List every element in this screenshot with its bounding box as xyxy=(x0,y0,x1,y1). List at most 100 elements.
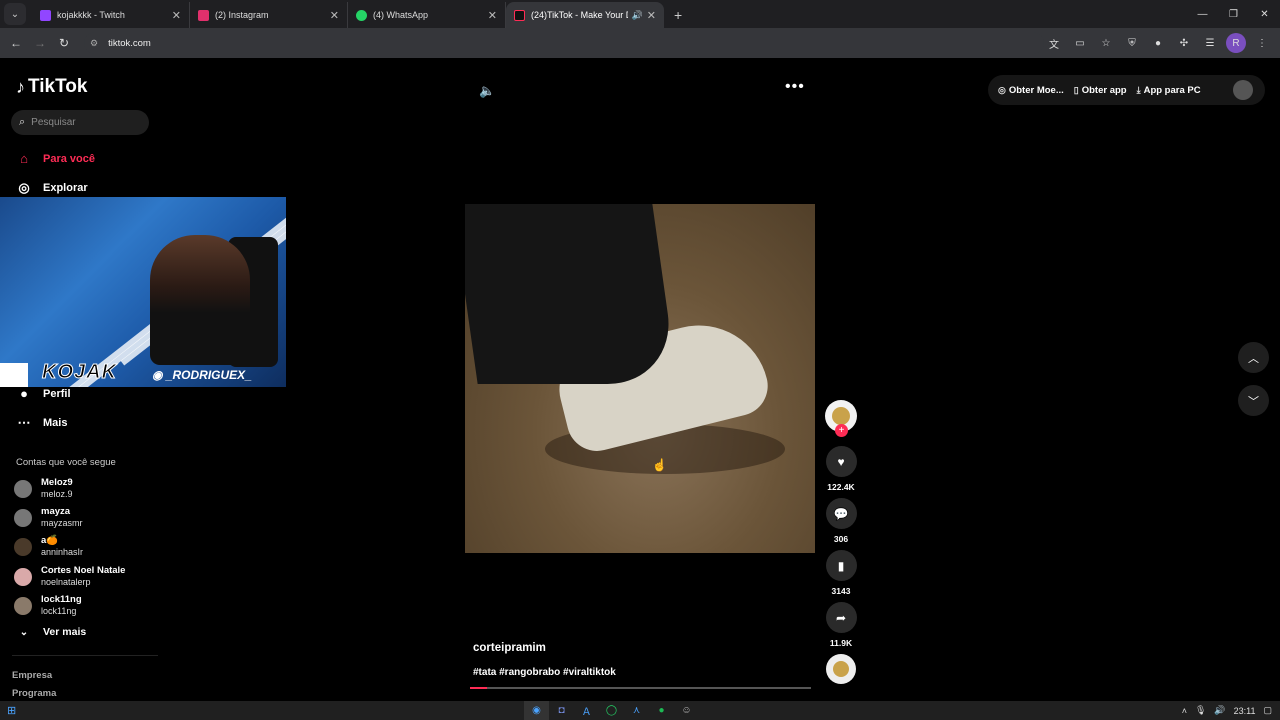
bookmark-star-icon[interactable]: ☆ xyxy=(1096,33,1116,53)
speaker-icon[interactable]: 🔊 xyxy=(1214,705,1225,716)
video-hashtags[interactable]: #tata #rangobrabo #viraltiktok xyxy=(473,667,616,678)
site-info-icon[interactable]: ⚙ xyxy=(90,38,98,49)
user-avatar[interactable] xyxy=(1233,80,1253,100)
account-name: lock11ng xyxy=(41,594,82,605)
like-action[interactable]: ♥ 122.4K xyxy=(824,446,858,492)
whatsapp-taskbar-icon[interactable]: ◯ xyxy=(599,701,624,720)
app-misc-icon[interactable]: ☺ xyxy=(674,701,699,720)
phone-icon: ▯ xyxy=(1073,84,1079,95)
previous-video-button[interactable]: ︿ xyxy=(1238,342,1269,373)
pc-app-label: App para PC xyxy=(1143,84,1201,96)
app-a-icon[interactable]: Ａ xyxy=(574,701,599,720)
comment-icon[interactable]: 💬 xyxy=(825,498,857,529)
like-count: 122.4K xyxy=(827,482,855,492)
followed-account[interactable]: a🍊 anninhasIr xyxy=(14,535,83,558)
new-tab-button[interactable]: + xyxy=(674,7,682,23)
media-icon[interactable]: ☰ xyxy=(1200,33,1220,53)
volume-icon[interactable]: 🔈 xyxy=(479,83,495,99)
followed-account[interactable]: mayza mayzasmr xyxy=(14,506,83,529)
restore-icon[interactable]: ❐ xyxy=(1218,0,1249,28)
account-handle: mayzasmr xyxy=(41,518,83,528)
spotify-icon[interactable]: ● xyxy=(649,701,674,720)
kebab-menu-icon[interactable]: ⋮ xyxy=(1252,33,1272,53)
tiktok-page: ♪ TikTok ⌕ Pesquisar ⌂ Para você ◎ Explo… xyxy=(0,58,1280,701)
nav-mais[interactable]: ⋯ Mais xyxy=(16,415,68,431)
minimize-icon[interactable]: — xyxy=(1187,0,1218,28)
creator-avatar[interactable]: + xyxy=(825,400,857,437)
cast-icon[interactable]: ▭ xyxy=(1070,33,1090,53)
translate-icon[interactable]: 文 xyxy=(1044,33,1064,53)
more-options-icon[interactable]: ••• xyxy=(785,78,805,96)
more-icon: ⋯ xyxy=(17,415,31,430)
music-disc[interactable] xyxy=(826,654,856,684)
forward-icon[interactable]: → xyxy=(28,36,52,50)
get-app-button[interactable]: ▯ Obter app xyxy=(1074,85,1127,96)
instagram-icon xyxy=(198,9,209,21)
close-window-icon[interactable]: ✕ xyxy=(1249,0,1280,28)
next-video-button[interactable]: ﹀ xyxy=(1238,385,1269,416)
puzzle-icon[interactable]: ✣ xyxy=(1174,33,1194,53)
tab-search-button[interactable]: ⌄ xyxy=(4,3,26,25)
address-bar[interactable]: ⚙ tiktok.com xyxy=(84,32,1044,54)
video-progress-bar[interactable] xyxy=(470,687,811,689)
footer-link-programa[interactable]: Programa xyxy=(12,688,56,699)
account-handle: noelnatalerp xyxy=(41,577,91,587)
video-player[interactable] xyxy=(465,204,815,553)
browser-tab-tiktok[interactable]: (24)TikTok - Make Your Day 🔊 ✕ xyxy=(506,2,664,28)
follow-plus-icon[interactable]: + xyxy=(835,424,848,437)
tray-chevron-icon[interactable]: ˄ xyxy=(1182,706,1187,716)
comment-count: 306 xyxy=(833,534,849,544)
see-more-button[interactable]: ⌄ Ver mais xyxy=(16,626,86,638)
shield-icon[interactable]: ⛨ xyxy=(1122,33,1142,53)
windows-start-icon[interactable]: ⊞ xyxy=(7,704,16,717)
browser-tab-whatsapp[interactable]: (4) WhatsApp ✕ xyxy=(348,2,506,28)
close-tab-icon[interactable]: ✕ xyxy=(647,9,656,22)
search-input[interactable]: ⌕ Pesquisar xyxy=(11,110,149,135)
instagram-handle: ◉ _RODRIGUEX_ xyxy=(152,368,252,382)
account-handle: anninhasIr xyxy=(41,547,84,557)
footer-link-empresa[interactable]: Empresa xyxy=(12,670,52,681)
video-username[interactable]: corteipramim xyxy=(473,642,546,654)
vscode-icon[interactable]: ⋏ xyxy=(624,701,649,720)
followed-account[interactable]: Meloz9 meloz.9 xyxy=(14,477,73,500)
close-tab-icon[interactable]: ✕ xyxy=(488,9,497,22)
video-progress-fill xyxy=(470,687,488,689)
save-action[interactable]: ▮ 3143 xyxy=(824,550,858,596)
get-coins-button[interactable]: ◎ Obter Moe... xyxy=(998,85,1064,96)
whatsapp-icon xyxy=(356,9,367,21)
account-name: a🍊 xyxy=(41,535,59,546)
close-tab-icon[interactable]: ✕ xyxy=(330,9,339,22)
followed-account[interactable]: lock11ng lock11ng xyxy=(14,594,82,617)
reload-icon[interactable]: ↻ xyxy=(52,36,76,50)
share-action[interactable]: ➦ 11.9K xyxy=(824,602,858,648)
nav-para-voce[interactable]: ⌂ Para você xyxy=(16,151,95,166)
followed-account[interactable]: Cortes Noel Natale noelnatalerp xyxy=(14,565,125,588)
close-tab-icon[interactable]: ✕ xyxy=(172,9,181,22)
discord-icon[interactable]: ◘ xyxy=(549,701,574,720)
profile-avatar: R xyxy=(1226,33,1246,53)
browser-tab-instagram[interactable]: (2) Instagram ✕ xyxy=(190,2,348,28)
profile-button[interactable]: R xyxy=(1226,33,1246,53)
account-handle: lock11ng xyxy=(41,606,77,616)
overlay-box xyxy=(0,363,28,387)
bookmark-icon[interactable]: ▮ xyxy=(825,550,857,581)
avatar xyxy=(14,537,32,556)
tab-audio-icon[interactable]: 🔊 xyxy=(632,10,643,21)
microphone-icon[interactable]: 🎙 xyxy=(1195,705,1206,716)
pc-app-button[interactable]: ⤓ App para PC xyxy=(1137,85,1201,96)
clock[interactable]: 23:11 xyxy=(1234,706,1256,716)
heart-icon[interactable]: ♥ xyxy=(825,446,857,477)
browser-tab-twitch[interactable]: kojakkkk - Twitch ✕ xyxy=(32,2,190,28)
back-icon[interactable]: ← xyxy=(4,36,28,50)
chrome-icon[interactable]: ◉ xyxy=(524,701,549,720)
extension-circle-icon[interactable]: ● xyxy=(1148,33,1168,53)
notification-icon[interactable]: ▢ xyxy=(1263,705,1272,716)
tab-title: (2) Instagram xyxy=(215,10,269,20)
avatar xyxy=(14,479,32,498)
share-icon[interactable]: ➦ xyxy=(825,602,857,633)
tiktok-logo[interactable]: ♪ TikTok xyxy=(16,76,87,98)
nav-perfil[interactable]: ● Perfil xyxy=(16,386,70,401)
comment-action[interactable]: 💬 306 xyxy=(824,498,858,544)
nav-explorar[interactable]: ◎ Explorar xyxy=(16,180,87,196)
following-section-title: Contas que você segue xyxy=(16,457,116,468)
